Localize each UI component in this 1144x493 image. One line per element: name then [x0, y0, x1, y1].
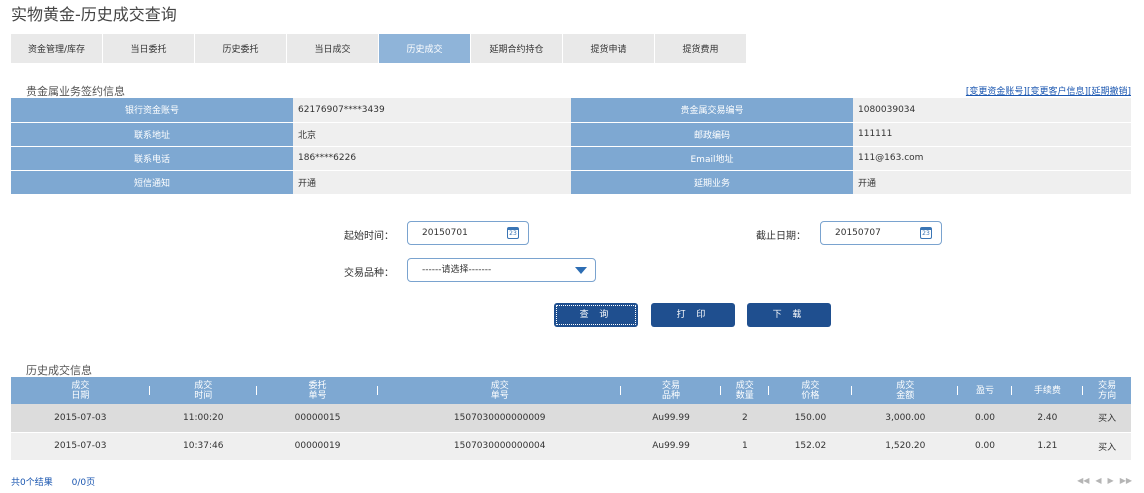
- cell-price: 150.00: [768, 404, 853, 432]
- col-price[interactable]: 成交 价格: [768, 377, 853, 404]
- calendar-icon[interactable]: 23: [507, 227, 519, 239]
- tab-history-trades[interactable]: 历史成交: [379, 34, 471, 63]
- start-date-label: 起始时间：: [344, 231, 394, 242]
- cell-profit-loss: 0.00: [958, 431, 1012, 460]
- history-header-row: 成交 日期 成交 时间 委托 单号 成交 单号 交易 品种 成交 数量 成交 价格 成交 金额 …: [11, 377, 1131, 404]
- page-info: 0/0页: [71, 478, 96, 488]
- col-fee[interactable]: 手续费: [1011, 377, 1084, 404]
- tab-deferred-positions[interactable]: 延期合约持仓: [471, 34, 563, 63]
- cell-amount: 1,520.20: [852, 431, 959, 460]
- cell-price: 152.02: [768, 431, 853, 460]
- tab-today-trades[interactable]: 当日成交: [287, 34, 379, 63]
- first-page-icon[interactable]: ◀◀: [1077, 476, 1089, 485]
- trade-number-value: 1080039034: [853, 98, 1131, 123]
- col-trade-date[interactable]: 成交 日期: [11, 377, 150, 404]
- end-date-value: 20150707: [835, 228, 881, 238]
- col-direction[interactable]: 交易 方向: [1083, 377, 1131, 404]
- postcode-value: 111111: [853, 122, 1131, 147]
- cell-quantity: 1: [720, 431, 769, 460]
- result-summary: 共0个结果 0/0页: [11, 475, 111, 488]
- download-button[interactable]: 下 载: [747, 303, 831, 327]
- cell-direction: 买入: [1083, 431, 1131, 460]
- tab-history-orders[interactable]: 历史委托: [195, 34, 287, 63]
- email-value: 111@163.com: [853, 146, 1131, 171]
- col-trade-number[interactable]: 成交 单号: [378, 377, 622, 404]
- postcode-label: 邮政编码: [571, 122, 853, 147]
- cell-amount: 3,000.00: [852, 404, 959, 432]
- deferred-label: 延期业务: [571, 170, 853, 195]
- phone-label: 联系电话: [11, 146, 293, 171]
- tab-delivery-request[interactable]: 提货申请: [563, 34, 655, 63]
- start-date-value: 20150701: [422, 228, 468, 238]
- cell-time: 10:37:46: [149, 431, 257, 460]
- history-table: 成交 日期 成交 时间 委托 单号 成交 单号 交易 品种 成交 数量 成交 价格 成交 金额 …: [11, 377, 1131, 460]
- print-button[interactable]: 打 印: [651, 303, 735, 327]
- cell-date: 2015-07-03: [11, 404, 150, 432]
- col-trade-time[interactable]: 成交 时间: [149, 377, 257, 404]
- last-page-icon[interactable]: ▶▶: [1120, 476, 1132, 485]
- result-count: 共0个结果: [11, 478, 53, 488]
- email-label: Email地址: [571, 146, 853, 171]
- cell-trade-no: 1507030000000009: [378, 404, 622, 432]
- next-page-icon[interactable]: ▶: [1108, 476, 1114, 485]
- col-amount[interactable]: 成交 金额: [852, 377, 959, 404]
- cell-variety: Au99.99: [621, 404, 721, 432]
- variety-label: 交易品种：: [344, 268, 394, 279]
- trade-number-label: 贵金属交易编号: [571, 98, 853, 123]
- cell-profit-loss: 0.00: [958, 404, 1012, 432]
- col-profit-loss[interactable]: 盈亏: [958, 377, 1012, 404]
- variety-select[interactable]: ------请选择-------: [407, 258, 596, 282]
- cell-time: 11:00:20: [149, 404, 257, 432]
- deferred-value: 开通: [853, 170, 1131, 195]
- tab-fund-management[interactable]: 资金管理/库存: [11, 34, 103, 63]
- cell-fee: 1.21: [1011, 431, 1084, 460]
- col-order-number[interactable]: 委托 单号: [256, 377, 379, 404]
- cell-quantity: 2: [720, 404, 769, 432]
- info-row: 银行资金账号 62176907****3439 贵金属交易编号 10800390…: [11, 98, 1131, 123]
- sms-value: 开通: [293, 170, 571, 195]
- start-date-field[interactable]: 20150701 23: [407, 221, 529, 245]
- cell-trade-no: 1507030000000004: [378, 431, 622, 460]
- variety-select-value: ------请选择-------: [422, 265, 492, 275]
- prev-page-icon[interactable]: ◀: [1095, 476, 1101, 485]
- phone-value: 186****6226: [293, 146, 571, 171]
- table-row[interactable]: 2015-07-03 10:37:46 00000019 15070300000…: [11, 431, 1131, 460]
- info-row: 联系电话 186****6226 Email地址 111@163.com: [11, 146, 1131, 171]
- query-button[interactable]: 查 询: [554, 303, 638, 327]
- sign-info-table: 银行资金账号 62176907****3439 贵金属交易编号 10800390…: [11, 98, 1131, 195]
- page-title: 实物黄金-历史成交查询: [11, 5, 177, 24]
- table-row[interactable]: 2015-07-03 11:00:20 00000015 15070300000…: [11, 404, 1131, 432]
- bank-account-label: 银行资金账号: [11, 98, 293, 123]
- chevron-down-icon: [575, 267, 587, 274]
- sms-label: 短信通知: [11, 170, 293, 195]
- cell-variety: Au99.99: [621, 431, 721, 460]
- pager: ◀◀ ◀ ▶ ▶▶: [1077, 476, 1132, 485]
- end-date-field[interactable]: 20150707 23: [820, 221, 942, 245]
- cell-order-no: 00000015: [256, 404, 379, 432]
- cell-order-no: 00000019: [256, 431, 379, 460]
- col-quantity[interactable]: 成交 数量: [720, 377, 769, 404]
- cell-date: 2015-07-03: [11, 431, 150, 460]
- account-change-links[interactable]: [变更资金账号][变更客户信息][延期撤销]: [966, 84, 1131, 97]
- tab-bar: 资金管理/库存 当日委托 历史委托 当日成交 历史成交 延期合约持仓 提货申请 …: [11, 34, 747, 63]
- address-value: 北京: [293, 122, 571, 147]
- calendar-icon[interactable]: 23: [920, 227, 932, 239]
- end-date-label: 截止日期：: [756, 231, 806, 242]
- col-variety[interactable]: 交易 品种: [621, 377, 721, 404]
- info-row: 联系地址 北京 邮政编码 111111: [11, 122, 1131, 147]
- tab-today-orders[interactable]: 当日委托: [103, 34, 195, 63]
- sign-info-title: 贵金属业务签约信息: [26, 85, 125, 98]
- history-title: 历史成交信息: [26, 364, 92, 377]
- address-label: 联系地址: [11, 122, 293, 147]
- info-row: 短信通知 开通 延期业务 开通: [11, 170, 1131, 195]
- bank-account-value: 62176907****3439: [293, 98, 571, 123]
- cell-direction: 买入: [1083, 404, 1131, 432]
- cell-fee: 2.40: [1011, 404, 1084, 432]
- tab-delivery-fees[interactable]: 提货费用: [655, 34, 747, 63]
